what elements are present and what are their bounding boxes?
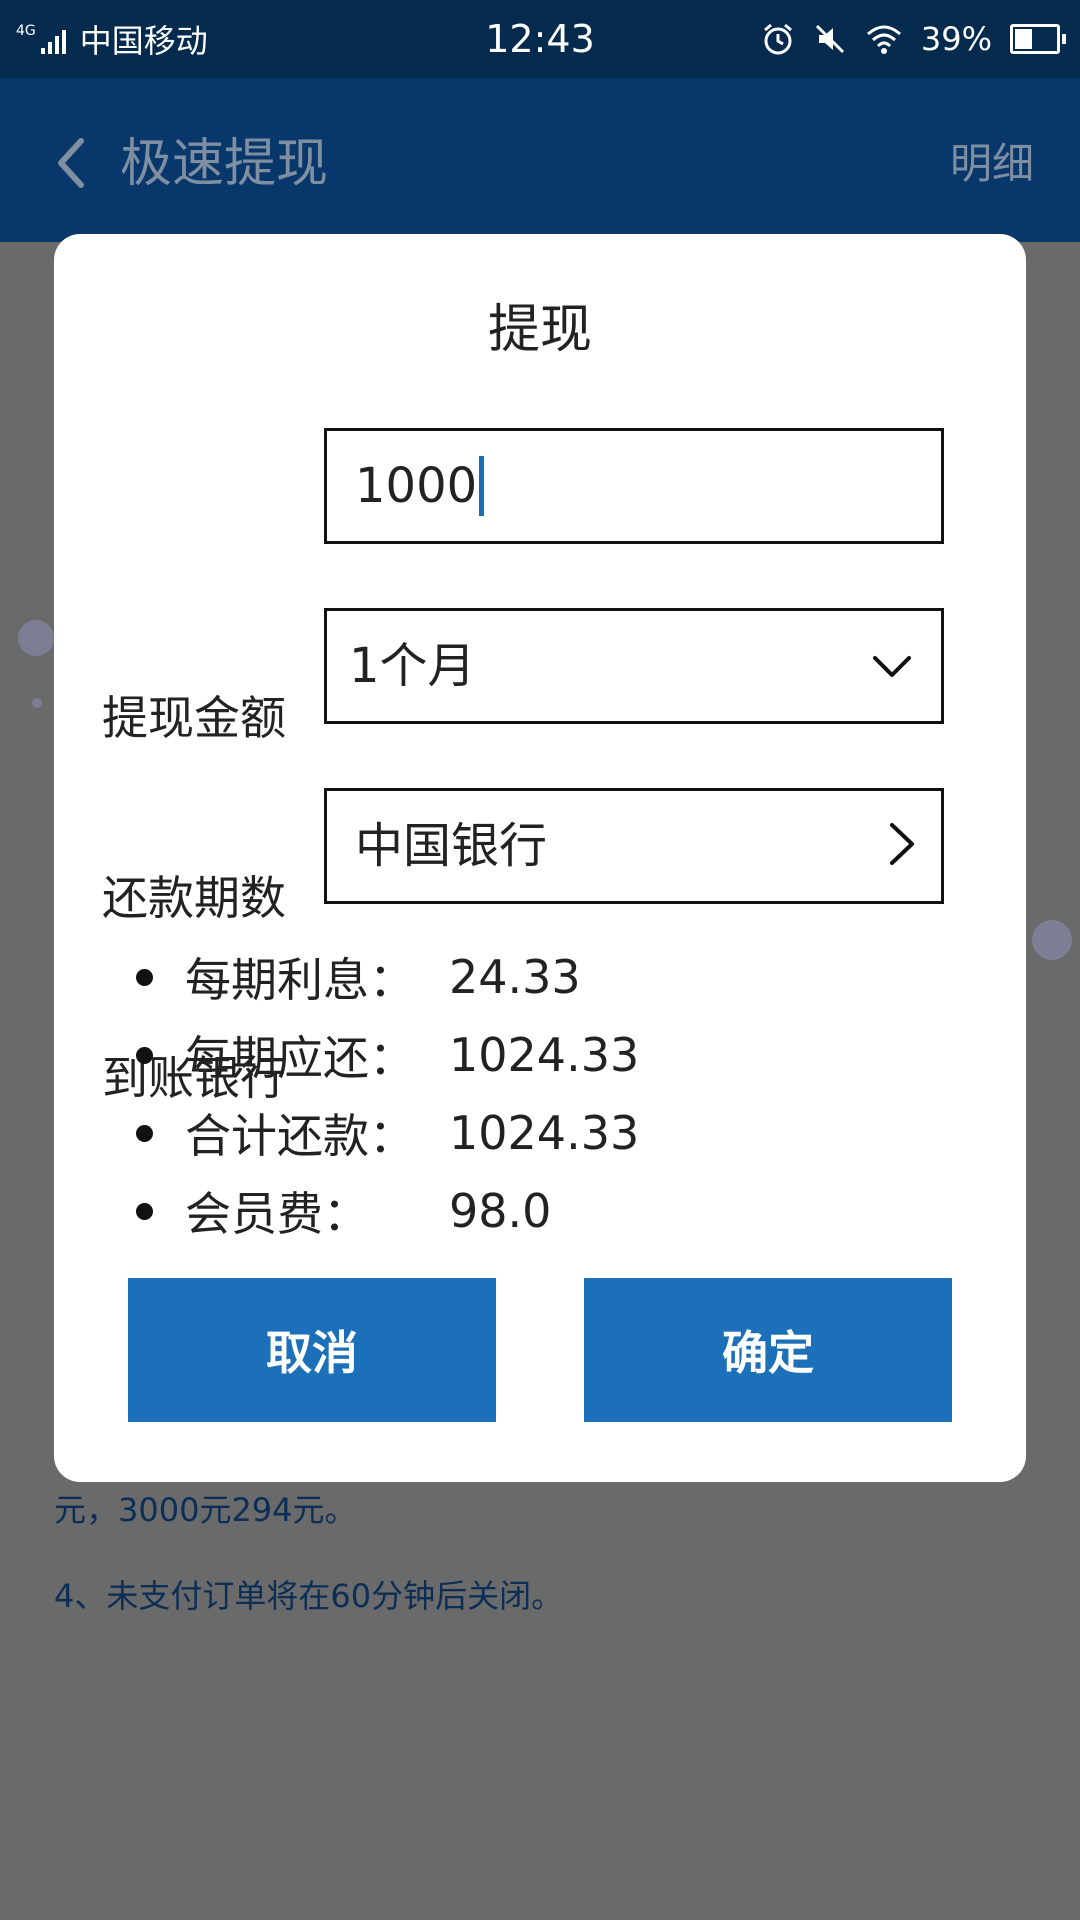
detail-link[interactable]: 明细: [950, 136, 1034, 192]
background-note-line: 元，3000元294元。: [54, 1491, 357, 1529]
text-cursor: [479, 456, 485, 516]
detail-row: 合计还款： 1024.33: [136, 1098, 639, 1168]
cancel-button[interactable]: 取消: [128, 1278, 496, 1422]
detail-row: 每期应还： 1024.33: [136, 1020, 639, 1090]
back-button[interactable]: [40, 132, 102, 194]
amount-label: 提现金额: [102, 691, 286, 745]
amount-value-text: 1000: [355, 458, 478, 514]
background-dot: [18, 620, 54, 656]
detail-row: 会员费： 98.0: [136, 1176, 551, 1246]
bullet: [136, 1046, 153, 1064]
bullet: [136, 968, 153, 986]
installments-label: 还款期数: [102, 871, 286, 925]
background-dot: [1032, 920, 1072, 960]
app-bar: 极速提现 明细: [0, 78, 1080, 242]
battery-icon: [1010, 24, 1066, 54]
wifi-icon: [866, 25, 901, 54]
detail-value: 1024.33: [449, 1028, 640, 1082]
detail-row: 每期利息： 24.33: [136, 942, 581, 1012]
detail-label: 每期利息：: [185, 953, 415, 1007]
bullet: [136, 1124, 153, 1142]
back-arrow-icon: [58, 138, 84, 188]
amount-input[interactable]: 1000: [324, 428, 944, 544]
installments-select[interactable]: 1个月: [324, 608, 944, 724]
alarm-icon: [763, 23, 792, 55]
withdraw-dialog: 提现 提现金额 还款期数 到账银行 1000 1个月 中国银行 每期利息： 24…: [54, 234, 1026, 1482]
detail-value: 98.0: [449, 1184, 552, 1238]
bank-value: 中国银行: [355, 818, 548, 874]
status-right: 39%: [761, 14, 1066, 64]
detail-value: 1024.33: [449, 1106, 640, 1160]
amount-input-value: 1000: [355, 431, 485, 541]
detail-label: 会员费：: [185, 1187, 369, 1241]
installments-value: 1个月: [349, 638, 476, 694]
bullet: [136, 1202, 153, 1220]
battery-percent: 39%: [920, 20, 992, 58]
page-title: 极速提现: [120, 134, 329, 194]
status-bar: 4G 中国移动 12:43 39%: [0, 0, 1080, 78]
confirm-button[interactable]: 确定: [584, 1278, 952, 1422]
detail-label: 合计还款：: [185, 1109, 415, 1163]
chevron-right-icon: [890, 823, 914, 865]
dialog-title: 提现: [487, 300, 592, 360]
mute-icon: [815, 24, 844, 54]
bank-select[interactable]: 中国银行: [324, 788, 944, 904]
detail-value: 24.33: [449, 950, 581, 1004]
background-note-line: 4、未支付订单将在60分钟后关闭。: [54, 1577, 564, 1615]
detail-label: 每期应还：: [185, 1031, 415, 1085]
background-dot: [32, 698, 42, 708]
chevron-down-icon: [873, 656, 911, 677]
